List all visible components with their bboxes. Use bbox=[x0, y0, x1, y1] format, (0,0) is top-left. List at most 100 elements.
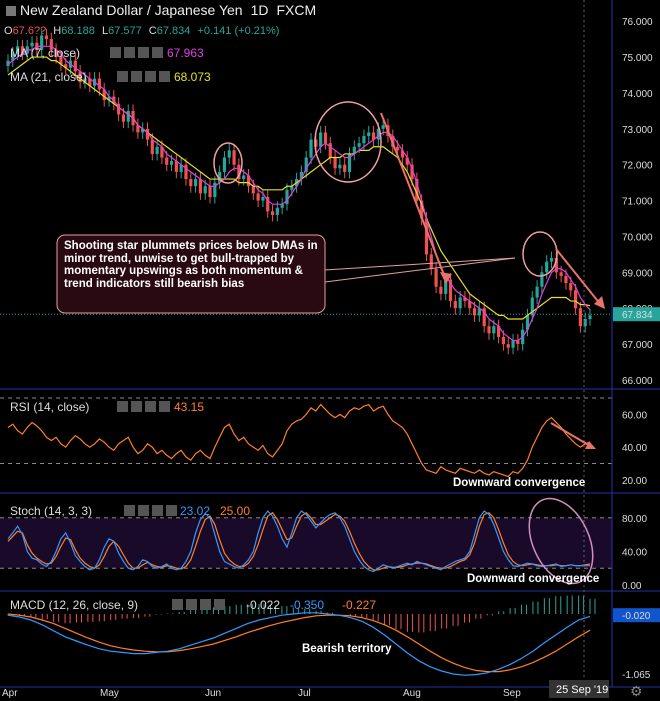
macd-value-3: -0.227 bbox=[342, 598, 376, 612]
ma21-legend[interactable]: MA (21, close) bbox=[10, 70, 87, 84]
chart-menu-icon[interactable] bbox=[6, 6, 16, 16]
candle-body bbox=[203, 186, 207, 194]
candle-body bbox=[381, 125, 385, 129]
rsi-tick-label: 40.00 bbox=[622, 443, 647, 454]
rsi-settings-buttons[interactable] bbox=[117, 401, 170, 412]
price-tick-label: 72.000 bbox=[622, 161, 653, 172]
candle-body bbox=[362, 136, 366, 144]
candle-body bbox=[121, 114, 126, 122]
candle-body bbox=[453, 301, 457, 309]
candle-body bbox=[275, 207, 279, 215]
candle-body bbox=[319, 132, 323, 147]
ma7-legend[interactable]: MA (7, close) bbox=[10, 46, 80, 60]
candle-body bbox=[97, 78, 101, 90]
macd-tick-label: -0.020 bbox=[622, 611, 651, 622]
chart-canvas: 76.000 75.000 74.000 73.000 72.000 71.000 70.0… bbox=[0, 0, 660, 699]
price-tick-label: 66.000 bbox=[622, 376, 653, 387]
candle-body bbox=[251, 186, 255, 194]
candle-body bbox=[501, 336, 506, 345]
candle-body bbox=[256, 193, 260, 201]
stoch-tick-label: 0.00 bbox=[622, 581, 642, 592]
candle-body bbox=[169, 161, 174, 165]
candle-body bbox=[540, 272, 544, 287]
candle-body bbox=[578, 308, 582, 327]
macd-signal-line bbox=[7, 613, 591, 673]
annotation-text: Shooting star plummets prices below DMAs… bbox=[64, 240, 318, 290]
candle-body bbox=[535, 286, 539, 298]
month-tick-label: May bbox=[100, 688, 119, 699]
price-tick-label: 74.000 bbox=[622, 89, 653, 100]
ma7-settings-buttons[interactable] bbox=[110, 47, 163, 58]
macd-line bbox=[7, 612, 591, 676]
macd-value-1: -0.022 bbox=[246, 598, 280, 612]
trend-arrow-rsi bbox=[550, 422, 596, 449]
candle-body bbox=[174, 161, 178, 172]
rsi-pane bbox=[0, 397, 612, 478]
crosshair-date-label: 25 Sep '19 bbox=[556, 684, 608, 696]
rsi-legend[interactable]: RSI (14, close) bbox=[10, 400, 89, 414]
month-tick-label: Apr bbox=[2, 688, 18, 699]
candle-body bbox=[458, 297, 462, 309]
rsi-value: 43.15 bbox=[174, 400, 204, 414]
month-tick-label: Jul bbox=[298, 688, 311, 699]
price-tick-label: 67.000 bbox=[622, 340, 653, 351]
candle-body bbox=[511, 340, 515, 348]
stoch-pane bbox=[0, 510, 612, 573]
ma21-settings-buttons[interactable] bbox=[117, 71, 170, 82]
candle-body bbox=[261, 197, 265, 201]
macd-tick-label: -1.065 bbox=[622, 670, 651, 681]
candle-body bbox=[309, 139, 313, 158]
candle-body bbox=[333, 157, 337, 169]
candle-body bbox=[323, 132, 328, 144]
symbol-title: New Zealand Dollar / Japanese Yen 1D FXCM bbox=[20, 2, 316, 18]
rsi-note: Downward convergence bbox=[453, 477, 585, 489]
candle-body bbox=[439, 286, 443, 294]
rsi-line bbox=[7, 403, 591, 478]
ma7-value: 67.963 bbox=[167, 46, 204, 60]
candle-body bbox=[242, 175, 246, 180]
annotation-text-wrap: Shooting star plummets prices below DMAs… bbox=[64, 240, 318, 290]
highlight-circle-jun bbox=[213, 142, 243, 184]
macd-settings-buttons[interactable] bbox=[172, 599, 225, 610]
candle-body bbox=[573, 290, 578, 309]
price-tick-label: 69.000 bbox=[622, 268, 653, 279]
candle-body bbox=[155, 146, 159, 154]
candle-body bbox=[126, 110, 130, 122]
candle-body bbox=[588, 315, 592, 319]
candle-body bbox=[396, 146, 400, 151]
candle-body bbox=[545, 261, 549, 273]
trend-arrow-sep bbox=[555, 248, 605, 309]
candle-body bbox=[222, 157, 227, 172]
candle-body bbox=[549, 258, 554, 262]
annotation-pointer-lower bbox=[324, 257, 516, 283]
month-tick-label: Sep bbox=[503, 688, 521, 699]
candle-body bbox=[193, 179, 198, 187]
stoch-band-fill bbox=[0, 517, 612, 569]
stoch-note: Downward convergence bbox=[467, 573, 599, 585]
candle-body bbox=[357, 143, 361, 147]
rsi-tick-label: 20.00 bbox=[622, 476, 647, 487]
price-tick-label: 76.000 bbox=[622, 17, 653, 28]
candle-body bbox=[429, 254, 433, 269]
last-price-tag-label: 67.834 bbox=[622, 310, 653, 321]
stoch-tick-label: 80.00 bbox=[622, 514, 647, 525]
stoch-k-value: 23.02 bbox=[180, 504, 210, 518]
candle-body bbox=[506, 344, 510, 348]
settings-gear-icon[interactable]: ⚙ bbox=[630, 683, 643, 699]
price-tick-label: 73.000 bbox=[622, 125, 653, 136]
candle-body bbox=[343, 164, 347, 172]
macd-legend[interactable]: MACD (12, 26, close, 9) bbox=[10, 598, 138, 612]
price-tick-label: 71.000 bbox=[622, 197, 653, 208]
candle-body bbox=[189, 179, 193, 187]
candle-body bbox=[367, 132, 371, 136]
price-tick-label: 70.000 bbox=[622, 232, 653, 243]
candle-body bbox=[434, 268, 438, 287]
candle-body bbox=[150, 139, 154, 154]
candle-body bbox=[338, 164, 342, 169]
axis-pane: 76.000 75.000 74.000 73.000 72.000 71.000 70.0… bbox=[0, 0, 660, 699]
candle-body bbox=[492, 326, 496, 334]
rsi-tick-label: 60.00 bbox=[622, 410, 647, 421]
stoch-legend[interactable]: Stoch (14, 3, 3) bbox=[10, 504, 92, 518]
ohlc-readout: O67.6?? H68.188 L67.577 C67.834 +0.141 (… bbox=[4, 25, 279, 37]
stoch-settings-buttons[interactable] bbox=[124, 505, 177, 516]
